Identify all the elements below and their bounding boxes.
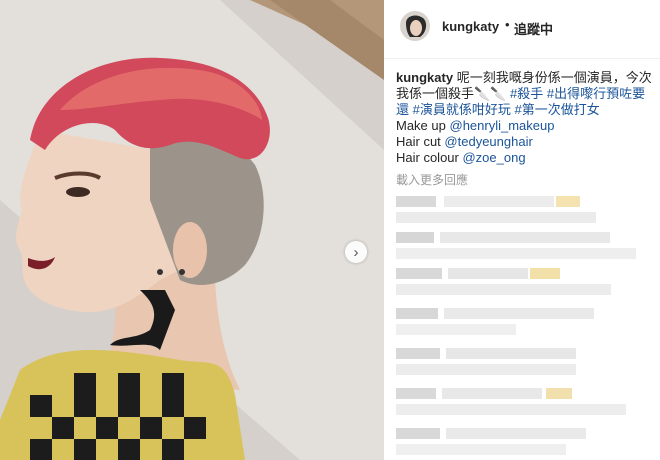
blurred-comment	[396, 248, 636, 259]
hashtag-link[interactable]: #殺手	[510, 86, 543, 101]
caption-line-haircut: Hair cut @tedyeunghair	[396, 134, 654, 150]
post-header: kungkaty • 追蹤中	[384, 0, 660, 59]
portrait-image	[0, 0, 384, 460]
header-username[interactable]: kungkaty	[442, 19, 499, 34]
mention-link[interactable]: @tedyeunghair	[444, 134, 532, 149]
blurred-comment	[396, 444, 566, 455]
blurred-comment	[396, 348, 440, 359]
header-separator: •	[505, 17, 510, 32]
blurred-comment	[396, 308, 438, 319]
post-caption: kungkaty 呢一刻我嘅身份係一個演員，今次 我係一個殺手🔪🔪 #殺手 #出…	[396, 70, 654, 166]
load-more-comments-button[interactable]: 載入更多回應	[396, 171, 468, 188]
blurred-comment	[444, 196, 554, 207]
makeup-label: Make up	[396, 118, 446, 133]
avatar-image	[400, 11, 430, 41]
blurred-comment	[440, 232, 610, 243]
blurred-comment	[396, 428, 440, 439]
avatar[interactable]	[400, 11, 430, 41]
caption-line-1: kungkaty 呢一刻我嘅身份係一個演員，今次	[396, 70, 654, 86]
blurred-comment	[448, 268, 528, 279]
blurred-comment	[446, 348, 576, 359]
blurred-comment	[396, 212, 596, 223]
blurred-comment	[396, 284, 611, 295]
caption-line-3: 還 #演員就係咁好玩 #第一次做打女	[396, 102, 654, 118]
blurred-comment	[446, 428, 586, 439]
next-photo-button[interactable]: ›	[345, 241, 367, 263]
blurred-comment	[444, 308, 594, 319]
chevron-right-icon: ›	[353, 243, 359, 261]
following-button[interactable]: 追蹤中	[514, 19, 553, 38]
caption-line-2: 我係一個殺手🔪🔪 #殺手 #出得嚟行預咗要	[396, 86, 654, 102]
mention-link[interactable]: @henryli_makeup	[450, 118, 555, 133]
blurred-comment	[396, 196, 436, 207]
haircolour-label: Hair colour	[396, 150, 459, 165]
blurred-comment	[396, 268, 442, 279]
blurred-comment	[530, 268, 560, 279]
hashtag-link[interactable]: 還	[396, 102, 409, 117]
blurred-comment	[442, 388, 542, 399]
hashtag-link[interactable]: #出得嚟行預咗要	[547, 86, 645, 101]
blurred-comment	[396, 404, 626, 415]
blurred-comment	[396, 232, 434, 243]
instagram-post: › kungkaty • 追蹤中 kungkaty 呢一刻我嘅身份係一個演員，今…	[0, 0, 660, 460]
haircut-label: Hair cut	[396, 134, 441, 149]
knife-icon: 🔪🔪	[474, 86, 507, 101]
blurred-comment	[396, 324, 516, 335]
mention-link[interactable]: @zoe_ong	[462, 150, 525, 165]
caption-username[interactable]: kungkaty	[396, 70, 453, 85]
blurred-comment	[396, 388, 436, 399]
caption-line-makeup: Make up @henryli_makeup	[396, 118, 654, 134]
blurred-comment	[556, 196, 580, 207]
hashtag-link[interactable]: #第一次做打女	[515, 102, 600, 117]
caption-text: 呢一刻我嘅身份係一個演員，今次	[456, 70, 652, 85]
caption-line-haircolour: Hair colour @zoe_ong	[396, 150, 654, 166]
blurred-comment	[546, 388, 572, 399]
post-sidebar: kungkaty • 追蹤中 kungkaty 呢一刻我嘅身份係一個演員，今次 …	[384, 0, 660, 460]
blurred-comments	[396, 188, 656, 460]
caption-text-2: 我係一個殺手	[396, 86, 475, 101]
hashtag-link[interactable]: #演員就係咁好玩	[413, 102, 511, 117]
blurred-comment	[396, 364, 576, 375]
post-photo[interactable]: ›	[0, 0, 384, 460]
